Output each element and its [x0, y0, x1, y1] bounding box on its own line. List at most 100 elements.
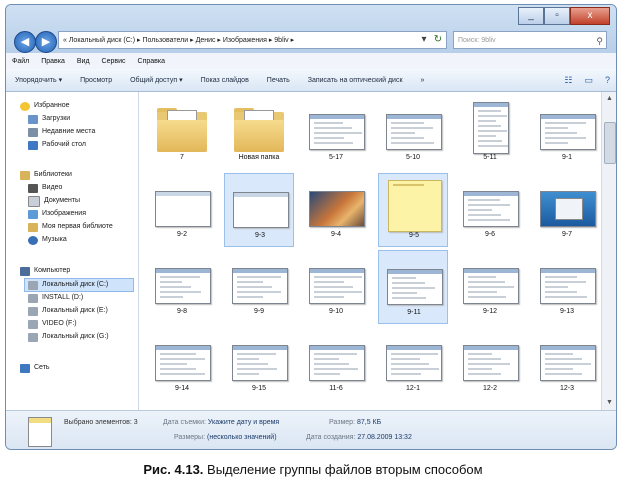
- address-bar[interactable]: « Локальный диск (C:) ▸ Пользователи ▸ Д…: [58, 31, 447, 49]
- menu-bar: Файл Правка Вид Сервис Справка: [6, 53, 616, 70]
- file-item[interactable]: 9-2: [147, 173, 217, 247]
- sidebar-label: Локальный диск (C:): [42, 281, 109, 288]
- minimize-button[interactable]: _: [518, 7, 544, 25]
- menu-file[interactable]: Файл: [6, 58, 35, 65]
- file-label: 9-9: [253, 308, 265, 315]
- file-label: 9-3: [254, 232, 266, 239]
- refresh-icon[interactable]: ↻: [430, 32, 446, 48]
- vertical-scrollbar[interactable]: ▲ ▼: [601, 92, 616, 410]
- date-created: Дата создания: 27.08.2009 13:32: [306, 434, 412, 441]
- menu-edit[interactable]: Правка: [35, 58, 71, 65]
- file-item[interactable]: 5-11: [455, 96, 525, 170]
- file-item[interactable]: 5-17: [301, 96, 371, 170]
- print-button[interactable]: Печать: [258, 77, 299, 84]
- file-item[interactable]: 12-1: [378, 327, 448, 401]
- file-item[interactable]: 9-5: [378, 173, 448, 247]
- file-item[interactable]: 9-7: [532, 173, 601, 247]
- sidebar-computer[interactable]: Компьютер: [20, 265, 70, 277]
- scroll-down-icon[interactable]: ▼: [602, 396, 616, 410]
- image-thumbnail: [538, 331, 596, 383]
- sidebar-network[interactable]: Сеть: [20, 362, 50, 374]
- back-button[interactable]: ◀: [14, 31, 36, 53]
- file-label: 9-1: [561, 154, 573, 161]
- dimensions-label: Размеры:: [174, 434, 206, 441]
- menu-help[interactable]: Справка: [132, 58, 171, 65]
- menu-view[interactable]: Вид: [71, 58, 96, 65]
- menu-tools[interactable]: Сервис: [96, 58, 132, 65]
- sidebar-item-music[interactable]: Музыка: [28, 234, 67, 246]
- image-thumbnail: [153, 254, 211, 306]
- image-thumbnail: [538, 177, 596, 229]
- file-item[interactable]: 9-14: [147, 327, 217, 401]
- file-item[interactable]: 9-1: [532, 96, 601, 170]
- drive-icon: [28, 319, 38, 329]
- more-commands-button[interactable]: »: [412, 77, 434, 84]
- preview-button[interactable]: Просмотр: [71, 77, 121, 84]
- sidebar-item-drive-d[interactable]: INSTALL (D:): [28, 292, 83, 304]
- desktop-icon: [28, 140, 38, 150]
- file-item[interactable]: 9-10: [301, 250, 371, 324]
- forward-button[interactable]: ▶: [35, 31, 57, 53]
- file-item[interactable]: 9-15: [224, 327, 294, 401]
- file-item[interactable]: 9-8: [147, 250, 217, 324]
- file-item[interactable]: 9-13: [532, 250, 601, 324]
- sidebar-item-my-library[interactable]: Моя первая библиоте: [28, 221, 113, 233]
- preview-pane-icon[interactable]: ▭: [578, 75, 599, 86]
- file-item[interactable]: 12-2: [455, 327, 525, 401]
- sidebar-item-documents[interactable]: Документы: [28, 195, 80, 207]
- image-thumbnail: [538, 100, 596, 152]
- file-label: 9-8: [176, 308, 188, 315]
- file-item[interactable]: 9-9: [224, 250, 294, 324]
- sidebar-item-downloads[interactable]: Загрузки: [28, 113, 70, 125]
- file-label: 9-2: [176, 231, 188, 238]
- image-thumbnail: [461, 100, 519, 154]
- image-thumbnail: [384, 331, 442, 383]
- file-item[interactable]: Новая папка: [224, 96, 294, 170]
- sidebar-label: Изображения: [42, 210, 86, 217]
- file-label: 12-2: [482, 385, 497, 392]
- share-button[interactable]: Общий доступ ▾: [121, 76, 192, 84]
- file-item[interactable]: 12-3: [532, 327, 601, 401]
- scroll-thumb[interactable]: [604, 122, 616, 164]
- sidebar-item-pictures[interactable]: Изображения: [28, 208, 86, 220]
- file-item[interactable]: 9-3: [224, 173, 294, 247]
- dimensions: Размеры: (несколько значений): [174, 434, 277, 441]
- date-taken-value[interactable]: Укажите дату и время: [208, 419, 279, 426]
- file-label: 7: [180, 154, 184, 161]
- sidebar-label: Документы: [44, 197, 81, 204]
- maximize-button[interactable]: ▫: [544, 7, 570, 25]
- sidebar-item-drive-e[interactable]: Локальный диск (E:): [28, 305, 108, 317]
- slideshow-button[interactable]: Показ слайдов: [192, 77, 258, 84]
- organize-button[interactable]: Упорядочить ▾: [6, 76, 71, 84]
- file-item[interactable]: 11-6: [301, 327, 371, 401]
- search-input[interactable]: Поиск: 9bliv ⚲: [453, 31, 607, 49]
- close-button[interactable]: x: [570, 7, 610, 25]
- file-item[interactable]: 7: [147, 96, 217, 170]
- scroll-up-icon[interactable]: ▲: [602, 92, 616, 106]
- image-thumbnail: [385, 255, 443, 307]
- sidebar-item-drive-f[interactable]: VIDEO (F:): [28, 318, 77, 330]
- sidebar-item-video[interactable]: Видео: [28, 182, 62, 194]
- image-thumbnail: [461, 331, 519, 383]
- file-label: 9-5: [408, 232, 420, 239]
- change-view-icon[interactable]: ☷: [558, 75, 578, 86]
- documents-icon: [28, 195, 40, 207]
- sidebar-label: Моя первая библиоте: [42, 223, 113, 230]
- burn-button[interactable]: Записать на оптический диск: [299, 77, 412, 84]
- sidebar-item-drive-c[interactable]: Локальный диск (C:): [24, 278, 134, 292]
- sidebar-item-desktop[interactable]: Рабочий стол: [28, 139, 86, 151]
- file-item[interactable]: 5-10: [378, 96, 448, 170]
- file-item[interactable]: 9-6: [455, 173, 525, 247]
- file-item[interactable]: 9-12: [455, 250, 525, 324]
- sidebar-label: Недавние места: [42, 128, 96, 135]
- sidebar-libraries[interactable]: Библиотеки: [20, 169, 72, 181]
- drive-icon: [28, 280, 38, 290]
- help-icon[interactable]: ?: [599, 75, 616, 85]
- window-controls: _ ▫ x: [518, 7, 610, 25]
- sidebar-favorites[interactable]: Избранное: [20, 100, 69, 112]
- file-item[interactable]: 9-11: [378, 250, 448, 324]
- file-item[interactable]: 9-4: [301, 173, 371, 247]
- sidebar-item-drive-g[interactable]: Локальный диск (G:): [28, 331, 109, 343]
- sidebar-item-recent[interactable]: Недавние места: [28, 126, 95, 138]
- image-thumbnail: [230, 331, 288, 383]
